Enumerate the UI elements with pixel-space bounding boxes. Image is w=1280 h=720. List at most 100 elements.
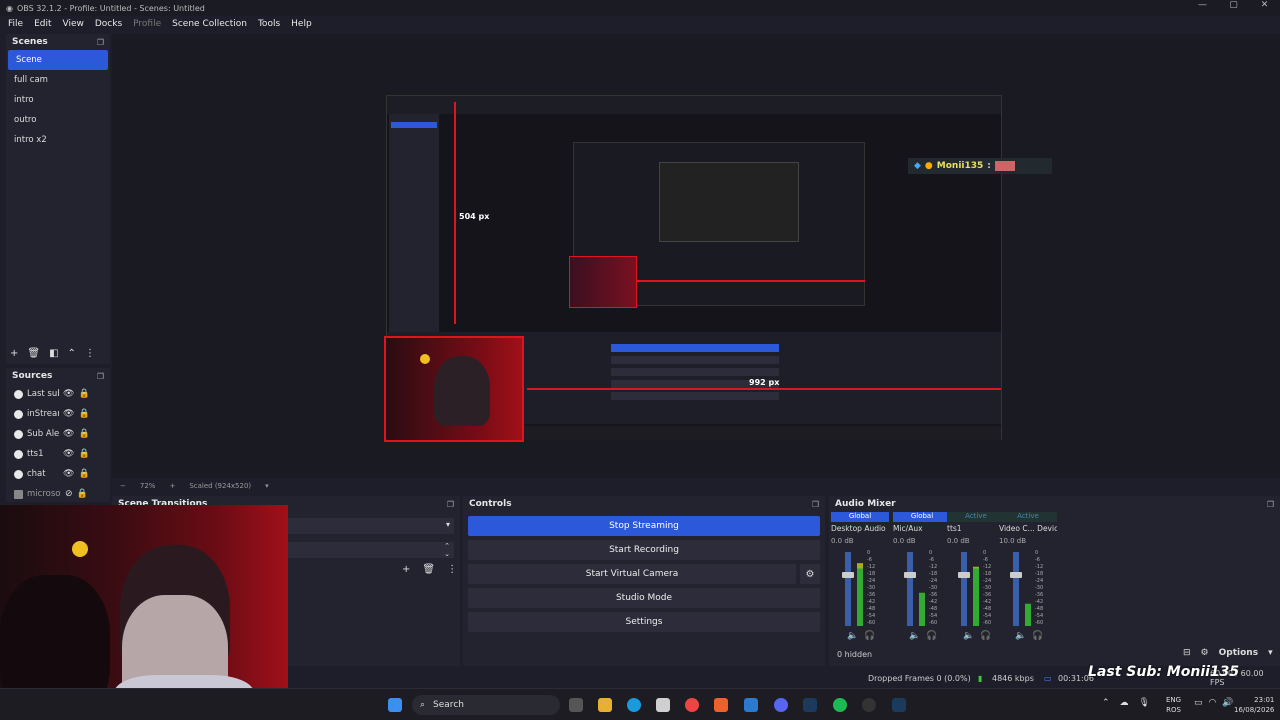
speaker-icon[interactable]: 🔈 <box>909 631 920 641</box>
zoom-out-icon[interactable]: − <box>120 482 126 490</box>
menu-help[interactable]: Help <box>291 19 312 29</box>
edge-icon[interactable] <box>627 698 641 712</box>
lock-icon[interactable]: 🔒 <box>78 409 89 419</box>
fader-knob[interactable] <box>842 572 854 579</box>
vscode-icon[interactable] <box>744 698 758 712</box>
add-icon[interactable]: + <box>10 348 18 359</box>
language-indicator[interactable]: ENG ROS <box>1166 695 1181 715</box>
eye-icon[interactable]: 👁 <box>63 449 74 459</box>
taskbar-search[interactable]: ⌕ Search <box>412 695 560 715</box>
headphones-icon[interactable]: 🎧 <box>980 631 991 641</box>
wifi-icon[interactable]: ◠ <box>1209 698 1217 708</box>
popout-icon[interactable]: ❐ <box>1267 500 1274 509</box>
lock-icon[interactable]: 🔒 <box>78 429 89 439</box>
eye-off-icon[interactable]: ⊘ <box>65 489 73 499</box>
channel-name[interactable]: Video C... Device <box>999 524 1057 533</box>
fader-knob[interactable] <box>904 572 916 579</box>
menu-scene-collection[interactable]: Scene Collection <box>172 19 247 29</box>
lock-icon[interactable]: 🔒 <box>78 449 89 459</box>
layout-icon[interactable]: ⊟ <box>1183 648 1191 658</box>
channel-name[interactable]: tts1 <box>947 524 1005 533</box>
discord-icon[interactable] <box>774 698 788 712</box>
transition-select[interactable]: ▾ <box>288 518 454 534</box>
headphones-icon[interactable]: 🎧 <box>864 631 875 641</box>
fader-knob[interactable] <box>1010 572 1022 579</box>
mic-icon[interactable]: 🎙 <box>1139 698 1150 708</box>
steam-icon[interactable] <box>892 698 906 712</box>
eye-icon[interactable]: 👁 <box>63 389 74 399</box>
lock-icon[interactable]: 🔒 <box>78 389 89 399</box>
channel-name[interactable]: Mic/Aux <box>893 524 951 533</box>
stop-streaming-button[interactable]: Stop Streaming <box>468 516 820 536</box>
volume-fader[interactable] <box>1010 552 1022 626</box>
popout-icon[interactable]: ❐ <box>97 372 104 381</box>
volume-fader[interactable] <box>958 552 970 626</box>
scene-item[interactable]: intro <box>6 90 110 110</box>
eye-icon[interactable]: 👁 <box>63 429 74 439</box>
scene-item[interactable]: Scene <box>8 50 108 70</box>
menu-tools[interactable]: Tools <box>258 19 280 29</box>
chevron-up-icon[interactable]: ⌃ <box>1102 698 1110 708</box>
speaker-icon[interactable]: 🔈 <box>1015 631 1026 641</box>
file-explorer-icon[interactable] <box>598 698 612 712</box>
source-item[interactable]: Sub Alert 👁 🔒 <box>6 424 110 444</box>
spotify-icon[interactable] <box>833 698 847 712</box>
lock-icon[interactable]: 🔒 <box>78 469 89 479</box>
popout-icon[interactable]: ❐ <box>97 38 104 47</box>
source-item[interactable]: inStream 👁 🔒 <box>6 404 110 424</box>
steam-icon[interactable] <box>803 698 817 712</box>
gear-icon[interactable]: ⚙ <box>800 564 820 584</box>
eye-icon[interactable]: 👁 <box>63 409 74 419</box>
minimize-icon[interactable]: — <box>1187 0 1218 10</box>
monitor-icon[interactable]: ▭ <box>1194 698 1203 708</box>
volume-fader[interactable] <box>904 552 916 626</box>
chrome-icon[interactable] <box>685 698 699 712</box>
speaker-icon[interactable]: 🔈 <box>847 631 858 641</box>
add-icon[interactable]: + <box>402 564 410 575</box>
menu-view[interactable]: View <box>63 19 84 29</box>
windows-start-icon[interactable] <box>388 698 402 712</box>
volume-icon[interactable]: 🔊 <box>1222 698 1233 708</box>
chevron-up-icon[interactable]: ⌃ <box>68 348 76 359</box>
cloud-icon[interactable]: ☁ <box>1120 698 1129 708</box>
headphones-icon[interactable]: 🎧 <box>926 631 937 641</box>
trash-icon[interactable]: 🗑 <box>422 564 435 575</box>
menu-file[interactable]: File <box>8 19 23 29</box>
studio-mode-button[interactable]: Studio Mode <box>468 588 820 608</box>
zoom-in-icon[interactable]: + <box>169 482 175 490</box>
close-icon[interactable]: ✕ <box>1249 0 1280 10</box>
chevron-down-icon[interactable]: ▾ <box>1268 648 1273 658</box>
source-item[interactable]: tts1 👁 🔒 <box>6 444 110 464</box>
obs-icon[interactable] <box>862 698 876 712</box>
duration-field[interactable]: ⌃ ⌄ <box>288 542 454 558</box>
source-item[interactable]: Last sub 👁 🔒 <box>6 384 110 404</box>
channel-name[interactable]: Desktop Audio <box>831 524 889 533</box>
brave-icon[interactable] <box>714 698 728 712</box>
fader-knob[interactable] <box>958 572 970 579</box>
popout-icon[interactable]: ❐ <box>447 500 454 509</box>
store-icon[interactable] <box>656 698 670 712</box>
webcam-source-selected[interactable] <box>384 336 524 442</box>
speaker-icon[interactable]: 🔈 <box>963 631 974 641</box>
options-button[interactable]: Options <box>1219 648 1258 658</box>
eye-icon[interactable]: 👁 <box>63 469 74 479</box>
popout-icon[interactable]: ❐ <box>812 500 819 509</box>
scene-item[interactable]: intro x2 <box>6 130 110 150</box>
preview-canvas[interactable]: 504 px 992 px <box>384 95 1002 442</box>
volume-fader[interactable] <box>842 552 854 626</box>
headphones-icon[interactable]: 🎧 <box>1032 631 1043 641</box>
clock[interactable]: 23:01 16/08/2026 <box>1234 695 1274 715</box>
more-icon[interactable]: ⋮ <box>447 564 457 575</box>
trash-icon[interactable]: 🗑 <box>27 348 40 359</box>
lock-icon[interactable]: 🔒 <box>77 489 88 499</box>
stepper-icon[interactable]: ⌃ ⌄ <box>444 542 450 558</box>
filter-icon[interactable]: ◧ <box>49 348 58 359</box>
scene-item[interactable]: full cam <box>6 70 110 90</box>
source-item[interactable]: chat 👁 🔒 <box>6 464 110 484</box>
source-item[interactable]: microsoft ⊘ 🔒 <box>6 484 110 504</box>
settings-button[interactable]: Settings <box>468 612 820 632</box>
maximize-icon[interactable]: ▢ <box>1218 0 1249 10</box>
scene-item[interactable]: outro <box>6 110 110 130</box>
chevron-down-icon[interactable]: ▾ <box>265 482 269 490</box>
menu-profile[interactable]: Profile <box>133 19 161 29</box>
